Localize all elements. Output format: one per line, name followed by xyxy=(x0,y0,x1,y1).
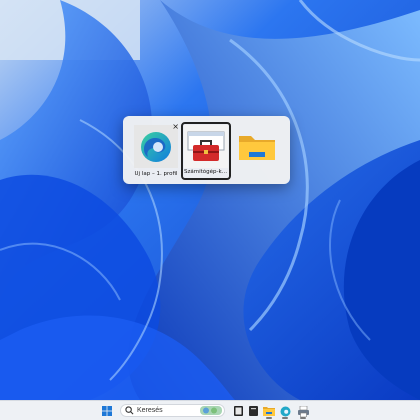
switcher-item-toolbox[interactable]: Számítógép-karbantartás xyxy=(181,122,231,180)
switcher-item-file-explorer[interactable] xyxy=(232,122,282,180)
switcher-item-edge[interactable]: × Új lap – 1. profil xyxy=(131,122,181,180)
running-indicator xyxy=(282,417,288,419)
running-indicator xyxy=(300,417,306,419)
toolbox-icon xyxy=(187,131,225,161)
close-icon[interactable]: × xyxy=(172,123,179,131)
taskbar-printer[interactable] xyxy=(296,403,310,419)
switcher-item-label: Új lap – 1. profil xyxy=(134,171,178,177)
alt-tab-switcher: × Új lap – 1. profil Számítógép-karbanta… xyxy=(123,116,290,184)
running-indicator xyxy=(266,417,272,419)
taskbar-search-box[interactable]: Keresés xyxy=(120,404,225,417)
task-view-icon xyxy=(233,406,243,416)
start-button[interactable] xyxy=(100,403,114,419)
folder-icon xyxy=(239,135,275,160)
terminal-icon xyxy=(248,406,258,416)
window-thumbnail xyxy=(184,125,228,168)
edge-icon xyxy=(280,406,290,416)
taskbar-terminal[interactable] xyxy=(246,403,260,419)
wallpaper-bloom xyxy=(0,0,420,400)
task-view-button[interactable] xyxy=(231,403,245,419)
printer-icon xyxy=(297,405,309,417)
taskbar: Keresés xyxy=(0,400,420,420)
taskbar-edge[interactable] xyxy=(278,403,292,419)
window-thumbnail xyxy=(134,125,178,168)
search-placeholder: Keresés xyxy=(137,407,163,414)
search-icon xyxy=(125,406,134,415)
window-thumbnail xyxy=(235,125,279,168)
windows-logo-icon xyxy=(102,406,112,416)
taskbar-file-explorer[interactable] xyxy=(262,403,276,419)
file-explorer-icon xyxy=(263,407,275,416)
switcher-item-label: Számítógép-karbantartás xyxy=(184,169,228,175)
desktop: × Új lap – 1. profil Számítógép-karbanta… xyxy=(0,0,420,400)
edge-icon xyxy=(141,131,171,162)
search-highlight-icon xyxy=(200,406,222,415)
